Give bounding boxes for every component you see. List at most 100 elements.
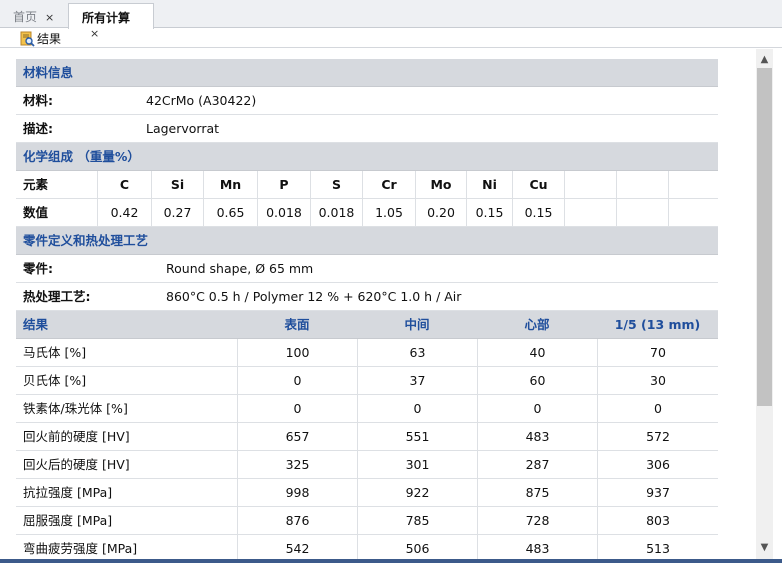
element-value-cell: 0.15 (512, 199, 564, 227)
element-cell: Cr (362, 171, 415, 199)
values-label: 数值 (23, 205, 49, 220)
material-value: 42CrMo (A30422) (146, 93, 257, 108)
material-label: 材料: (23, 93, 53, 108)
empty-cell (668, 199, 718, 227)
row-description: 描述: Lagervorrat (16, 115, 718, 143)
heat-treatment-value: 860°C 0.5 h / Polymer 12 % + 620°C 1.0 h… (166, 289, 462, 304)
tab-home-close-icon[interactable]: × (45, 11, 54, 24)
result-value: 60 (477, 367, 597, 395)
scrollbar-thumb[interactable] (757, 68, 772, 406)
empty-cell (616, 171, 668, 199)
element-cell: C (97, 171, 151, 199)
result-value: 100 (237, 339, 357, 367)
table-row: 屈服强度 [MPa] 876 785 728 803 (16, 507, 718, 535)
row-part: 零件: Round shape, Ø 65 mm (16, 255, 718, 283)
result-value: 0 (477, 395, 597, 423)
row-elements: 元素 C Si Mn P S Cr Mo Ni Cu (16, 171, 718, 199)
result-value: 0 (597, 395, 718, 423)
result-value: 572 (597, 423, 718, 451)
chevron-down-icon[interactable]: ▼ (756, 539, 773, 556)
results-header: 结果 表面 中间 心部 1/5 (13 mm) (16, 311, 718, 339)
column-header-fifth: 1/5 (13 mm) (614, 317, 701, 332)
element-cell: P (257, 171, 310, 199)
result-value: 657 (237, 423, 357, 451)
results-title: 结果 (23, 317, 49, 332)
result-value: 0 (237, 367, 357, 395)
column-header-middle: 中间 (404, 317, 430, 332)
result-value: 803 (597, 507, 718, 535)
report-magnifier-icon (20, 31, 35, 47)
section-title: 化学组成 （重量%） (23, 149, 140, 164)
row-heat-treatment: 热处理工艺: 860°C 0.5 h / Polymer 12 % + 620°… (16, 283, 718, 311)
element-cell: Cu (512, 171, 564, 199)
element-value-cell: 0.27 (151, 199, 203, 227)
result-value: 998 (237, 479, 357, 507)
empty-cell (564, 171, 616, 199)
element-cell: Mn (203, 171, 257, 199)
empty-cell (616, 199, 668, 227)
part-value: Round shape, Ø 65 mm (166, 261, 314, 276)
result-value: 63 (357, 339, 477, 367)
part-label: 零件: (23, 261, 53, 276)
empty-cell (668, 171, 718, 199)
section-title: 零件定义和热处理工艺 (23, 233, 149, 248)
elements-label: 元素 (23, 177, 49, 192)
result-value: 922 (357, 479, 477, 507)
result-label: 回火后的硬度 [HV] (23, 457, 130, 472)
tab-bar: 首页 × 所有计算× (0, 0, 782, 40)
column-header-core: 心部 (524, 317, 550, 332)
result-value: 937 (597, 479, 718, 507)
tab-all-calculations[interactable]: 所有计算× (68, 3, 154, 40)
result-button-label: 结果 (37, 32, 62, 46)
result-value: 551 (357, 423, 477, 451)
table-row: 回火前的硬度 [HV] 657 551 483 572 (16, 423, 718, 451)
section-chemical-composition: 化学组成 （重量%） (16, 143, 718, 171)
element-value-cell: 0.15 (466, 199, 512, 227)
description-label: 描述: (23, 121, 53, 136)
result-value: 301 (357, 451, 477, 479)
tab-home-label: 首页 (13, 10, 38, 24)
column-header-surface: 表面 (284, 317, 310, 332)
table-row: 贝氏体 [%] 0 37 60 30 (16, 367, 718, 395)
tab-home[interactable]: 首页 × (0, 3, 68, 28)
toolbar: 结果 (0, 28, 782, 49)
result-value: 40 (477, 339, 597, 367)
section-title: 材料信息 (23, 65, 74, 80)
table-row: 回火后的硬度 [HV] 325 301 287 306 (16, 451, 718, 479)
result-label: 抗拉强度 [MPa] (23, 485, 113, 500)
result-label: 贝氏体 [%] (23, 373, 87, 388)
element-cell: Ni (466, 171, 512, 199)
result-value: 287 (477, 451, 597, 479)
toolbar-divider (0, 47, 782, 48)
element-cell: Mo (415, 171, 466, 199)
result-value: 37 (357, 367, 477, 395)
result-button[interactable]: 结果 (19, 30, 61, 47)
element-value-cell: 0.65 (203, 199, 257, 227)
description-value: Lagervorrat (146, 121, 220, 136)
result-value: 0 (237, 395, 357, 423)
empty-cell (564, 199, 616, 227)
section-material-info: 材料信息 (16, 59, 718, 87)
result-label: 马氏体 [%] (23, 345, 87, 360)
chevron-up-icon[interactable]: ▲ (756, 51, 773, 68)
result-value: 30 (597, 367, 718, 395)
row-element-values: 数值 0.42 0.27 0.65 0.018 0.018 1.05 0.20 … (16, 199, 718, 227)
element-value-cell: 0.018 (310, 199, 362, 227)
result-value: 70 (597, 339, 718, 367)
element-value-cell: 1.05 (362, 199, 415, 227)
table-row: 马氏体 [%] 100 63 40 70 (16, 339, 718, 367)
heat-treatment-label: 热处理工艺: (23, 289, 91, 304)
result-value: 483 (477, 423, 597, 451)
result-value: 876 (237, 507, 357, 535)
row-material: 材料: 42CrMo (A30422) (16, 87, 718, 115)
result-value: 0 (357, 395, 477, 423)
element-value-cell: 0.20 (415, 199, 466, 227)
element-cell: S (310, 171, 362, 199)
result-value: 785 (357, 507, 477, 535)
result-label: 铁素体/珠光体 [%] (23, 401, 128, 416)
table-row: 抗拉强度 [MPa] 998 922 875 937 (16, 479, 718, 507)
window-bottom-border (0, 559, 782, 563)
section-part-definition: 零件定义和热处理工艺 (16, 227, 718, 255)
element-cell: Si (151, 171, 203, 199)
result-value: 306 (597, 451, 718, 479)
